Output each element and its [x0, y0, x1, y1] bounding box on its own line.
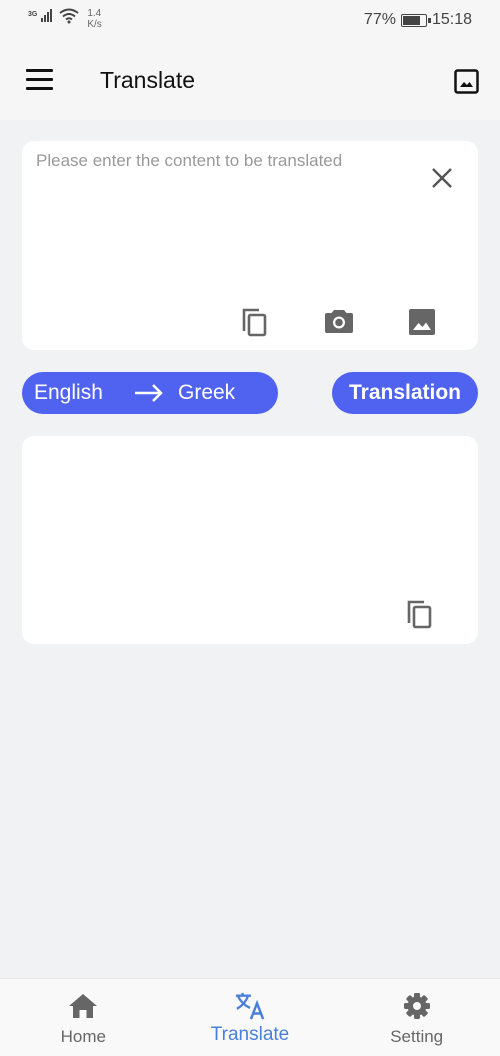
network-type: 3G — [28, 11, 38, 18]
arrow-right-icon[interactable] — [134, 383, 178, 403]
nav-label-translate: Translate — [210, 1024, 290, 1045]
nav-item-setting[interactable]: Setting — [333, 979, 500, 1056]
home-icon — [68, 991, 98, 1021]
camera-icon — [325, 310, 353, 333]
close-icon[interactable] — [430, 166, 454, 190]
image-icon[interactable] — [454, 69, 479, 94]
nav-item-translate[interactable]: Translate — [167, 979, 334, 1056]
gallery-button[interactable] — [406, 306, 438, 338]
network-speed: 1.4 K/s — [87, 8, 101, 30]
source-language[interactable]: English — [34, 381, 134, 405]
signal-icon — [41, 9, 53, 22]
input-card — [22, 141, 478, 350]
gear-icon — [402, 991, 432, 1021]
copy-icon — [407, 600, 432, 629]
clock: 15:18 — [431, 11, 472, 28]
nav-item-home[interactable]: Home — [0, 979, 167, 1056]
nav-label-home: Home — [60, 1027, 107, 1046]
target-language[interactable]: Greek — [178, 381, 235, 405]
wifi-icon — [59, 8, 79, 24]
battery-icon — [400, 13, 431, 27]
copy-output-button[interactable] — [404, 598, 436, 630]
status-bar: 3G 1.4 K/s 77% 15:18 — [0, 0, 500, 42]
camera-button[interactable] — [323, 305, 355, 337]
speed-value: 1.4 — [87, 8, 102, 19]
status-left: 3G 1.4 K/s — [28, 8, 102, 30]
nav-label-setting: Setting — [390, 1027, 444, 1046]
translate-icon — [235, 991, 265, 1021]
status-right: 77% 15:18 — [364, 11, 472, 29]
battery-percent: 77% — [363, 11, 396, 28]
copy-button[interactable] — [239, 306, 271, 338]
menu-icon[interactable] — [26, 69, 53, 91]
source-text-input[interactable] — [36, 151, 416, 281]
image-icon — [409, 309, 435, 335]
app-bar: Translate — [0, 42, 500, 120]
bottom-nav: Home Translate Setting — [0, 978, 500, 1056]
translation-button[interactable]: Translation — [332, 372, 478, 414]
language-selector[interactable]: English Greek — [22, 372, 278, 414]
speed-unit: K/s — [87, 19, 102, 30]
output-card — [22, 436, 478, 644]
page-title: Translate — [100, 67, 196, 93]
battery-fill — [402, 15, 420, 25]
copy-icon — [242, 308, 267, 337]
